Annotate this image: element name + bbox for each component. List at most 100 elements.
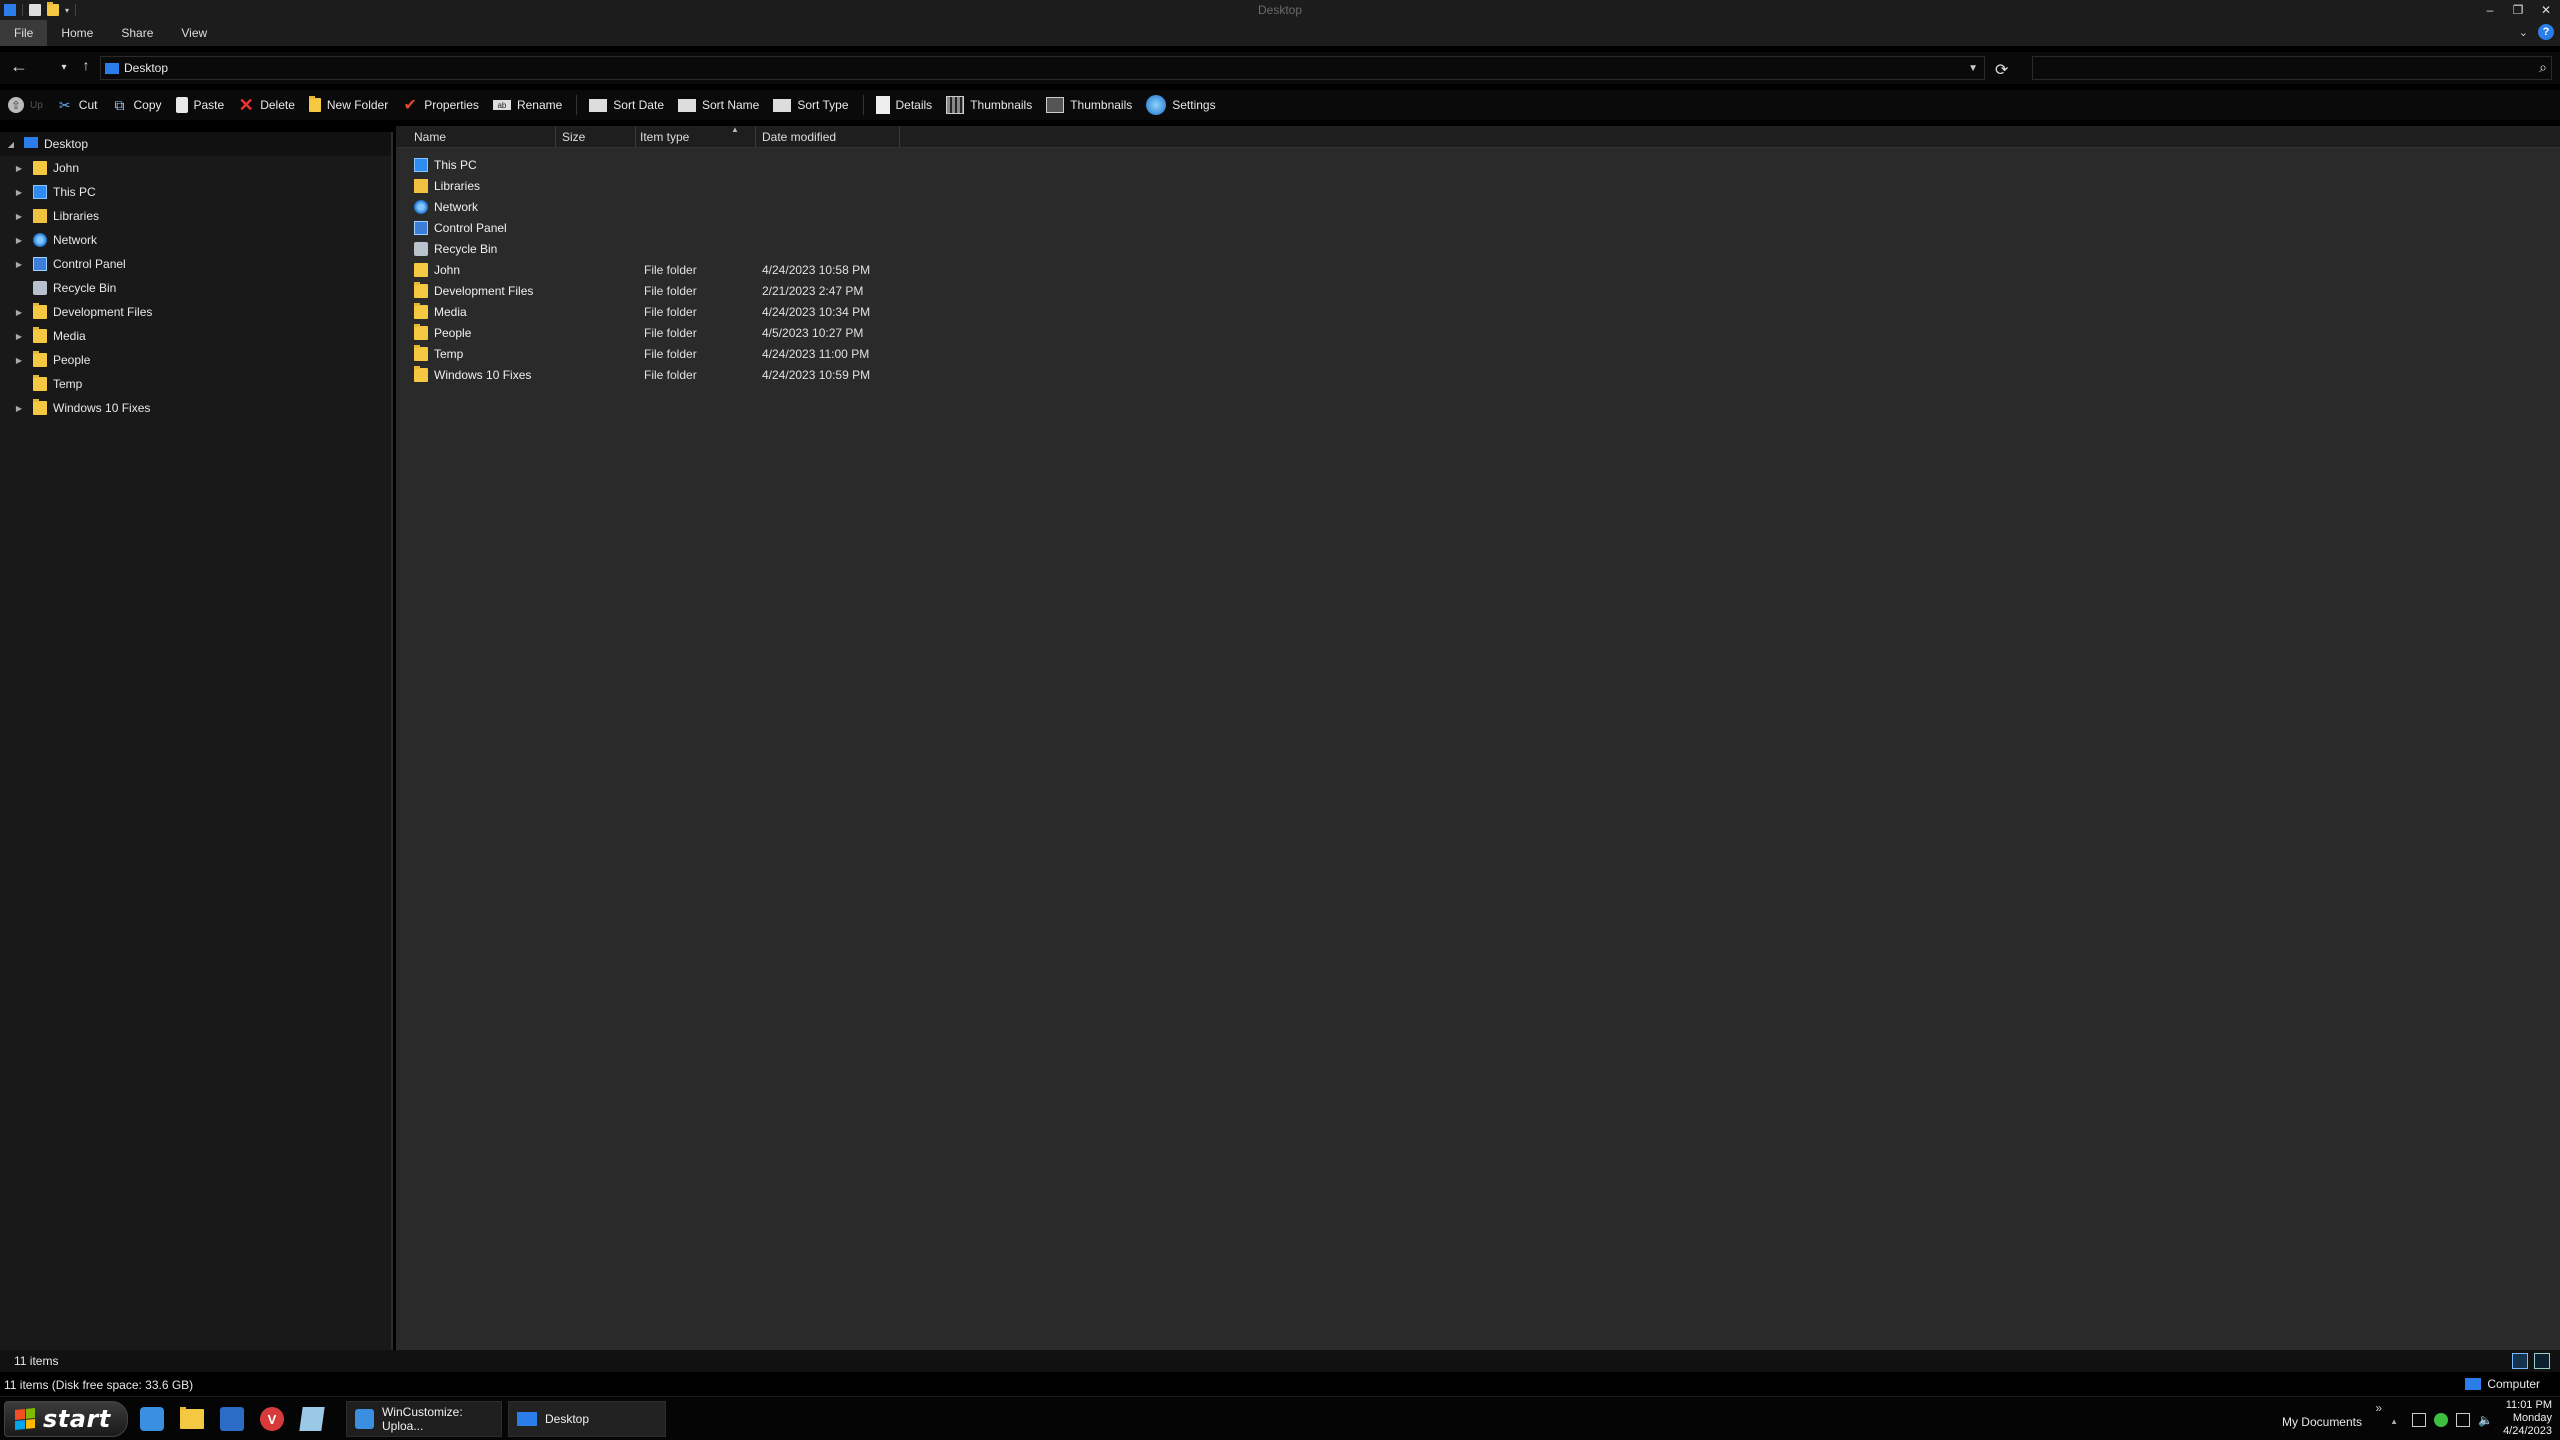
search-icon[interactable]: ⌕ (2539, 59, 2547, 76)
back-button[interactable]: ← (6, 56, 32, 77)
expand-arrow-icon[interactable]: ▶ (14, 164, 24, 173)
quicklaunch-vivaldi-icon[interactable]: V (258, 1405, 286, 1433)
expand-arrow-icon[interactable]: ▶ (14, 308, 24, 317)
new-folder-quick-icon[interactable] (47, 2, 59, 16)
quicklaunch-notepad-icon[interactable] (298, 1405, 326, 1433)
properties-button[interactable]: ✔ Properties (402, 97, 479, 114)
help-icon[interactable]: ? (2538, 24, 2554, 40)
nav-item[interactable]: ▶ Development Files (0, 300, 391, 324)
sort-date-button[interactable]: Sort Date (589, 98, 664, 112)
recent-locations-dropdown-icon[interactable]: ▾ (56, 62, 72, 73)
task-wincustomize[interactable]: WinCustomize: Uploa... (346, 1401, 502, 1437)
nav-item-desktop[interactable]: ◢ Desktop (0, 132, 391, 156)
expand-arrow-icon[interactable]: ▶ (14, 356, 24, 365)
tab-home[interactable]: Home (47, 20, 107, 46)
details-view-toggle[interactable] (2512, 1353, 2528, 1369)
column-headers: Name Size ▲ Item type Date modified (396, 125, 2560, 148)
file-row[interactable]: Temp File folder 4/24/2023 11:00 PM (396, 343, 956, 364)
restore-button[interactable]: ❐ (2504, 0, 2532, 20)
expand-ribbon-icon[interactable]: ⌄ (2519, 26, 2528, 39)
close-button[interactable]: ✕ (2532, 0, 2560, 20)
properties-quick-icon[interactable] (29, 4, 41, 16)
up-toolbar-button[interactable]: ⇧ Up (8, 97, 43, 113)
rename-button[interactable]: ab Rename (492, 98, 562, 112)
tab-share[interactable]: Share (107, 20, 167, 46)
search-input[interactable]: ⌕ (2032, 56, 2552, 80)
explorer-app-icon[interactable] (4, 4, 16, 16)
sort-date-icon (589, 98, 608, 112)
folder-icon (414, 365, 428, 382)
nav-item[interactable]: ▶ Libraries (0, 204, 391, 228)
quick-access-dropdown-icon[interactable]: ▾ (65, 6, 69, 15)
show-hidden-icons-icon[interactable]: ▲ (2390, 1417, 2398, 1426)
tab-view[interactable]: View (167, 20, 221, 46)
column-header-date-modified[interactable]: Date modified (756, 126, 900, 148)
file-type: File folder (644, 325, 697, 340)
tray-volume-icon[interactable]: 🔈 (2478, 1413, 2493, 1427)
collapse-arrow-icon[interactable]: ◢ (6, 140, 16, 149)
file-list-pane[interactable]: Name Size ▲ Item type Date modified This… (396, 125, 2560, 1350)
settings-button[interactable]: Settings (1146, 95, 1216, 115)
divider (75, 4, 77, 16)
file-row[interactable]: John File folder 4/24/2023 10:58 PM (396, 259, 956, 280)
nav-item[interactable]: ▶ People (0, 348, 391, 372)
expand-arrow-icon[interactable]: ▶ (14, 404, 24, 413)
paste-button[interactable]: Paste (175, 97, 224, 113)
file-name: People (434, 325, 472, 340)
expand-arrow-icon[interactable]: ▶ (14, 260, 24, 269)
file-row[interactable]: Control Panel (396, 217, 956, 238)
quicklaunch-paint-icon[interactable] (218, 1405, 246, 1433)
sort-type-button[interactable]: Sort Type (773, 98, 849, 112)
file-row[interactable]: Network (396, 196, 956, 217)
column-header-name[interactable]: Name (396, 126, 556, 148)
nav-item[interactable]: ▶ Windows 10 Fixes (0, 396, 391, 420)
start-button[interactable]: start (4, 1401, 128, 1437)
expand-arrow-icon[interactable]: ▶ (14, 212, 24, 221)
file-row[interactable]: Libraries (396, 175, 956, 196)
tab-file[interactable]: File (0, 20, 48, 46)
delete-button[interactable]: ✕ Delete (238, 95, 295, 115)
address-bar[interactable]: Desktop ▼ (100, 56, 1985, 80)
file-row[interactable]: Development Files File folder 2/21/2023 2:… (396, 280, 956, 301)
sort-name-button[interactable]: Sort Name (678, 98, 759, 112)
file-row[interactable]: Media File folder 4/24/2023 10:34 PM (396, 301, 956, 322)
details-view-button[interactable]: Details (875, 96, 932, 114)
expand-arrow-icon[interactable]: ▶ (14, 188, 24, 197)
file-row[interactable]: Windows 10 Fixes File folder 4/24/2023 10:… (396, 364, 956, 385)
quicklaunch-folder-icon[interactable] (178, 1405, 206, 1433)
nav-item[interactable]: ▶ John (0, 156, 391, 180)
refresh-icon[interactable]: ⟳ (1995, 60, 2008, 80)
file-row[interactable]: People File folder 4/5/2023 10:27 PM (396, 322, 956, 343)
file-row[interactable]: This PC (396, 154, 956, 175)
nav-item[interactable]: ▶ Network (0, 228, 391, 252)
quick-access-toolbar: ▾ (0, 2, 77, 16)
task-desktop-explorer[interactable]: Desktop (508, 1401, 666, 1437)
address-dropdown-icon[interactable]: ▼ (1968, 63, 1978, 74)
thumbnails-button[interactable]: Thumbnails (946, 96, 1032, 114)
minimize-button[interactable]: – (2476, 0, 2504, 20)
nav-item[interactable]: Temp (0, 372, 391, 396)
column-header-item-type[interactable]: ▲ Item type (636, 125, 756, 148)
tray-security-icon[interactable] (2434, 1413, 2448, 1427)
quicklaunch-browser-icon[interactable] (138, 1405, 166, 1433)
expand-arrow-icon[interactable]: ▶ (14, 236, 24, 245)
nav-item[interactable]: ▶ Media (0, 324, 391, 348)
expand-arrow-icon[interactable]: ▶ (14, 332, 24, 341)
tray-device-icon[interactable] (2412, 1413, 2426, 1427)
nav-item[interactable]: ▶ Control Panel (0, 252, 391, 276)
up-button[interactable]: ↑ (73, 57, 99, 73)
large-icons-view-toggle[interactable] (2534, 1353, 2550, 1369)
toolbar-overflow-icon[interactable]: » (2375, 1401, 2382, 1415)
copy-button[interactable]: ⧉ Copy (111, 97, 161, 113)
nav-item[interactable]: Recycle Bin (0, 276, 391, 300)
column-header-size[interactable]: Size (556, 126, 636, 148)
new-folder-button[interactable]: New Folder (308, 96, 388, 112)
my-documents-toolbar[interactable]: My Documents (2282, 1415, 2362, 1429)
file-row[interactable]: Recycle Bin (396, 238, 956, 259)
tray-network-icon[interactable] (2456, 1413, 2470, 1427)
nav-item[interactable]: ▶ This PC (0, 180, 391, 204)
thumbnails-alt-button[interactable]: Thumbnails (1046, 97, 1132, 113)
cut-button[interactable]: ✂ Cut (57, 97, 98, 113)
navigation-pane[interactable]: ◢ Desktop ▶ John ▶ This PC ▶ Libraries ▶ Networ… (0, 132, 393, 1350)
taskbar-clock[interactable]: 11:01 PM Monday 4/24/2023 (2503, 1399, 2552, 1438)
